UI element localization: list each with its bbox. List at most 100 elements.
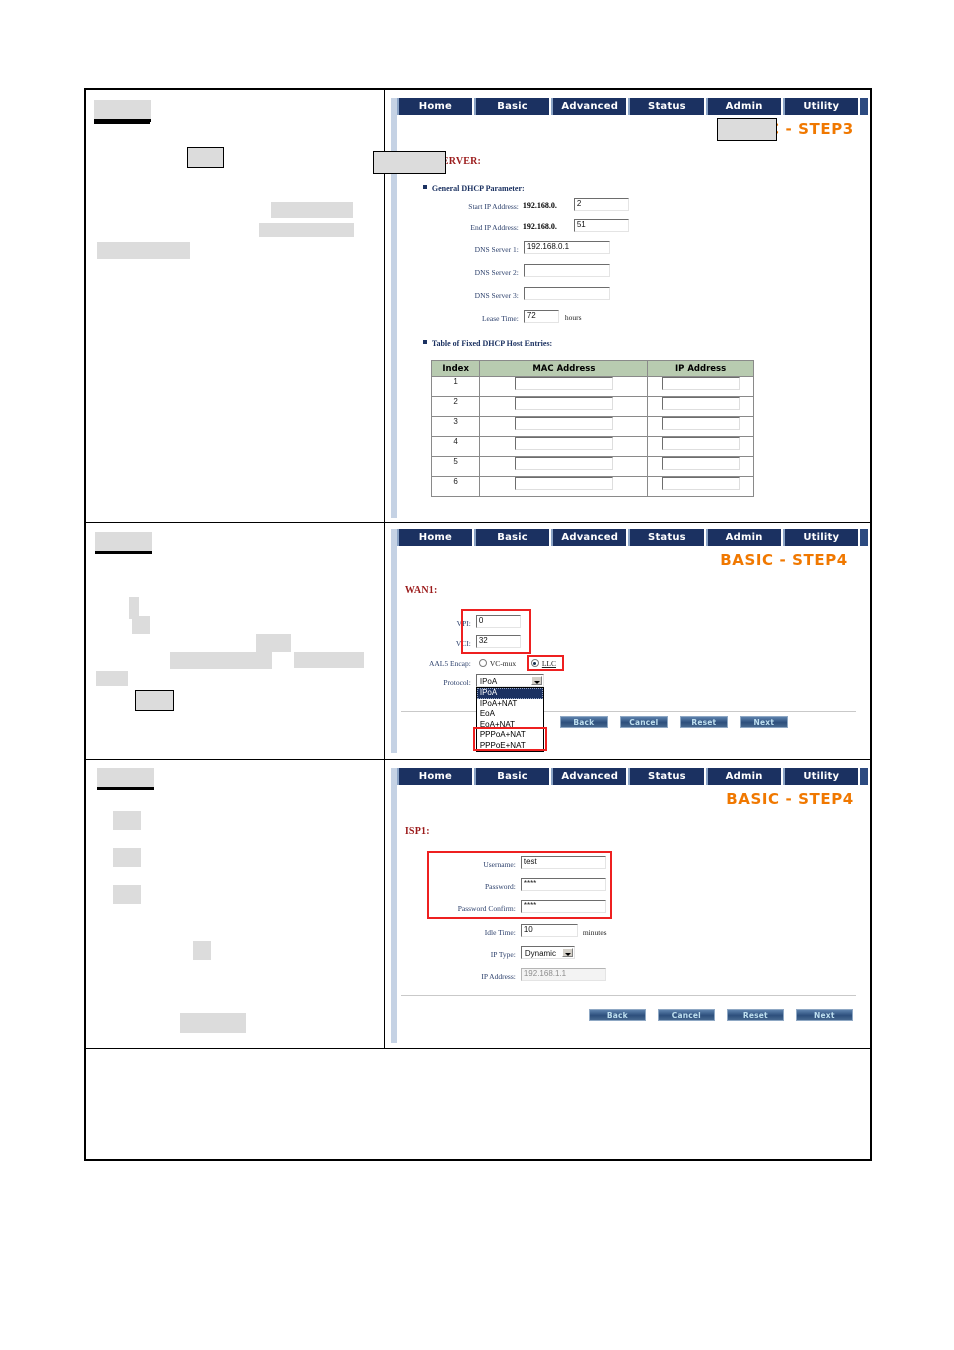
nav-tab-admin[interactable]: Admin (705, 768, 781, 785)
nav-tab-advanced[interactable]: Advanced (551, 98, 627, 115)
label-protocol: Protocol: (443, 678, 471, 687)
input-start-ip[interactable]: 2 (573, 198, 629, 211)
table-row: 5 (430, 456, 754, 477)
nav-tab-status[interactable]: Status (628, 529, 704, 546)
input-ip-address[interactable] (661, 457, 740, 470)
input-dns-1[interactable]: 192.168.0.1 (523, 241, 610, 254)
radio-vc-mux[interactable] (478, 659, 487, 667)
bullet-square-icon (422, 340, 427, 344)
cell-mac (479, 476, 649, 497)
next-button[interactable]: Next (795, 1009, 853, 1021)
navigation-bar[interactable]: Home Basic Advanced Status Admin Utility (396, 529, 868, 546)
nav-tab-utility[interactable]: Utility (782, 768, 858, 785)
input-mac-address[interactable] (514, 437, 613, 450)
dropdown-option-ipoa[interactable]: IPoA (476, 688, 543, 699)
redacted-text-block (113, 811, 141, 830)
nav-tab-basic[interactable]: Basic (474, 768, 550, 785)
cancel-button[interactable]: Cancel (657, 1009, 715, 1021)
nav-tab-admin[interactable]: Admin (705, 98, 781, 115)
input-mac-address[interactable] (514, 477, 613, 490)
chevron-down-icon[interactable] (561, 948, 573, 957)
cell-index: 3 (430, 416, 481, 437)
redacted-text-block (132, 616, 150, 634)
nav-tab-advanced[interactable]: Advanced (551, 768, 627, 785)
input-dns-3[interactable] (523, 287, 610, 300)
cancel-button[interactable]: Cancel (619, 716, 668, 728)
cell-index: 6 (430, 476, 481, 497)
dropdown-option-eoa[interactable]: EoA (477, 709, 543, 720)
input-mac-address[interactable] (514, 417, 613, 430)
reset-button[interactable]: Reset (679, 716, 728, 728)
table-row: 4 (430, 436, 754, 457)
input-ip-address[interactable] (661, 417, 740, 430)
table-row: 3 (430, 416, 754, 437)
redacted-text-block (113, 885, 141, 904)
input-mac-address[interactable] (514, 457, 613, 470)
label-dns-1: DNS Server 1: (474, 245, 519, 254)
nav-tab-home[interactable]: Home (396, 98, 473, 115)
table-row (84, 100, 872, 1161)
column-header-index: Index (430, 360, 481, 377)
back-button[interactable]: Back (588, 1009, 646, 1021)
label-aal5-encap: AAL5 Encap: (428, 659, 471, 668)
cell-mac (479, 416, 649, 437)
screenshot-cell-isp: Home Basic Advanced Status Admin Utility BASI… (383, 759, 872, 1049)
nav-tab-home[interactable]: Home (396, 768, 473, 785)
input-mac-address[interactable] (514, 377, 613, 390)
input-ip-address[interactable] (661, 377, 740, 390)
redacted-text-block (187, 147, 224, 168)
router-ui-screenshot-step3: Home Basic Advanced Status Admin Utility BASI… (390, 98, 868, 518)
table-row: Home Basic Advanced Status Admin Utility BASI… (84, 88, 872, 523)
input-end-ip[interactable]: 51 (573, 219, 629, 232)
nav-tab-basic[interactable]: Basic (474, 98, 550, 115)
redacted-text-block (373, 151, 446, 174)
input-lease-time[interactable]: 72 (523, 310, 559, 323)
label-dns-2: DNS Server 2: (474, 268, 519, 277)
cell-mac (479, 376, 649, 397)
nav-tab-home[interactable]: Home (396, 529, 473, 546)
prefix-end-ip: 192.168.0. (522, 222, 557, 231)
nav-end-cap (859, 768, 868, 785)
bullet-square-icon (422, 185, 427, 189)
nav-tab-utility[interactable]: Utility (782, 98, 858, 115)
cell-ip (647, 416, 754, 437)
cell-index: 5 (430, 456, 481, 477)
redacted-text-block (256, 634, 291, 652)
input-ip-address[interactable] (661, 477, 740, 490)
select-protocol[interactable]: IPoA (475, 674, 544, 687)
input-idle-time[interactable]: 10 (520, 924, 578, 937)
label-dns-3: DNS Server 3: (474, 291, 519, 300)
table-row: 1 (430, 376, 754, 397)
input-dns-2[interactable] (523, 264, 610, 277)
instruction-cell-step3 (84, 88, 385, 523)
table-row: Home Basic Advanced Status Admin Utility BASI… (84, 522, 872, 760)
chevron-down-icon[interactable] (530, 676, 542, 685)
next-button[interactable]: Next (739, 716, 788, 728)
back-button[interactable]: Back (559, 716, 608, 728)
nav-tab-utility[interactable]: Utility (782, 529, 858, 546)
section-title: ISP1: (404, 826, 430, 837)
redacted-text-block (193, 941, 211, 960)
input-ip-address: 192.168.1.1 (520, 968, 606, 981)
nav-tab-status[interactable]: Status (628, 768, 704, 785)
navigation-bar[interactable]: Home Basic Advanced Status Admin Utility (396, 98, 868, 115)
navigation-bar[interactable]: Home Basic Advanced Status Admin Utility (396, 768, 868, 785)
nav-tab-basic[interactable]: Basic (474, 529, 550, 546)
cell-index: 1 (430, 376, 481, 397)
instruction-cell-wan (84, 522, 385, 760)
nav-tab-admin[interactable]: Admin (705, 529, 781, 546)
redacted-text-block (94, 100, 151, 122)
label-ip-address: IP Address: (481, 972, 516, 981)
nav-tab-status[interactable]: Status (628, 98, 704, 115)
reset-button[interactable]: Reset (726, 1009, 784, 1021)
table-row: 2 (430, 396, 754, 417)
input-mac-address[interactable] (514, 397, 613, 410)
select-ip-type[interactable]: Dynamic (520, 946, 575, 959)
page-title: BASIC - STEP4 (720, 551, 848, 569)
nav-end-cap (859, 98, 868, 115)
input-ip-address[interactable] (661, 437, 740, 450)
nav-tab-advanced[interactable]: Advanced (551, 529, 627, 546)
dropdown-option-ipoa-plus-nat[interactable]: IPoA+NAT (477, 699, 543, 710)
input-ip-address[interactable] (661, 397, 740, 410)
redacted-text-block (180, 1013, 246, 1033)
